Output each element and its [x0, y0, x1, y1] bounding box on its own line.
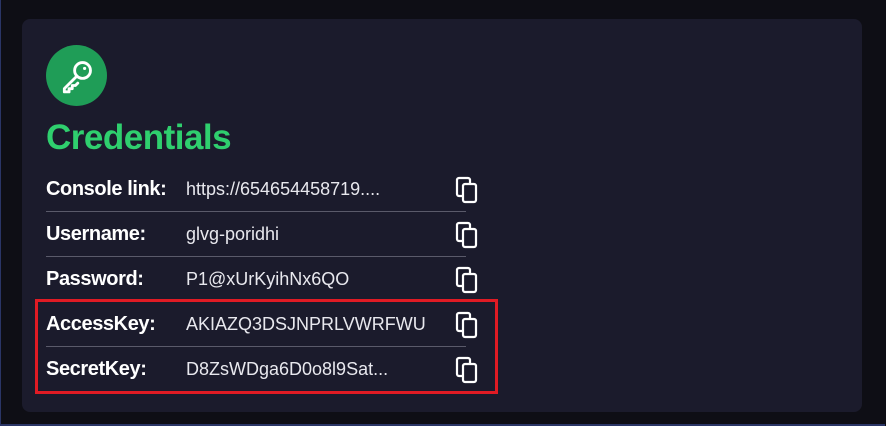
copy-icon [455, 266, 478, 293]
copy-username-button[interactable] [454, 221, 480, 249]
key-icon [62, 60, 92, 93]
console-link-value[interactable]: https://654654458719.... [186, 179, 451, 200]
credential-row-username: Username: glvg-poridhi [46, 212, 478, 257]
credentials-title: Credentials [46, 118, 232, 157]
password-value[interactable]: P1@xUrKyihNx6QO [186, 269, 451, 290]
console-link-label: Console link: [46, 178, 167, 200]
password-label: Password: [46, 268, 144, 290]
credential-row-password: Password: P1@xUrKyihNx6QO [46, 257, 478, 302]
window-frame: Credentials Console link: https://654654… [0, 0, 885, 426]
username-value[interactable]: glvg-poridhi [186, 224, 451, 245]
highlight-box [35, 299, 498, 394]
copy-icon [455, 176, 478, 203]
copy-password-button[interactable] [454, 266, 480, 294]
key-badge [46, 45, 107, 106]
copy-console-link-button[interactable] [454, 176, 480, 204]
username-label: Username: [46, 223, 146, 245]
copy-icon [455, 221, 478, 248]
credential-row-console-link: Console link: https://654654458719.... [46, 167, 478, 212]
